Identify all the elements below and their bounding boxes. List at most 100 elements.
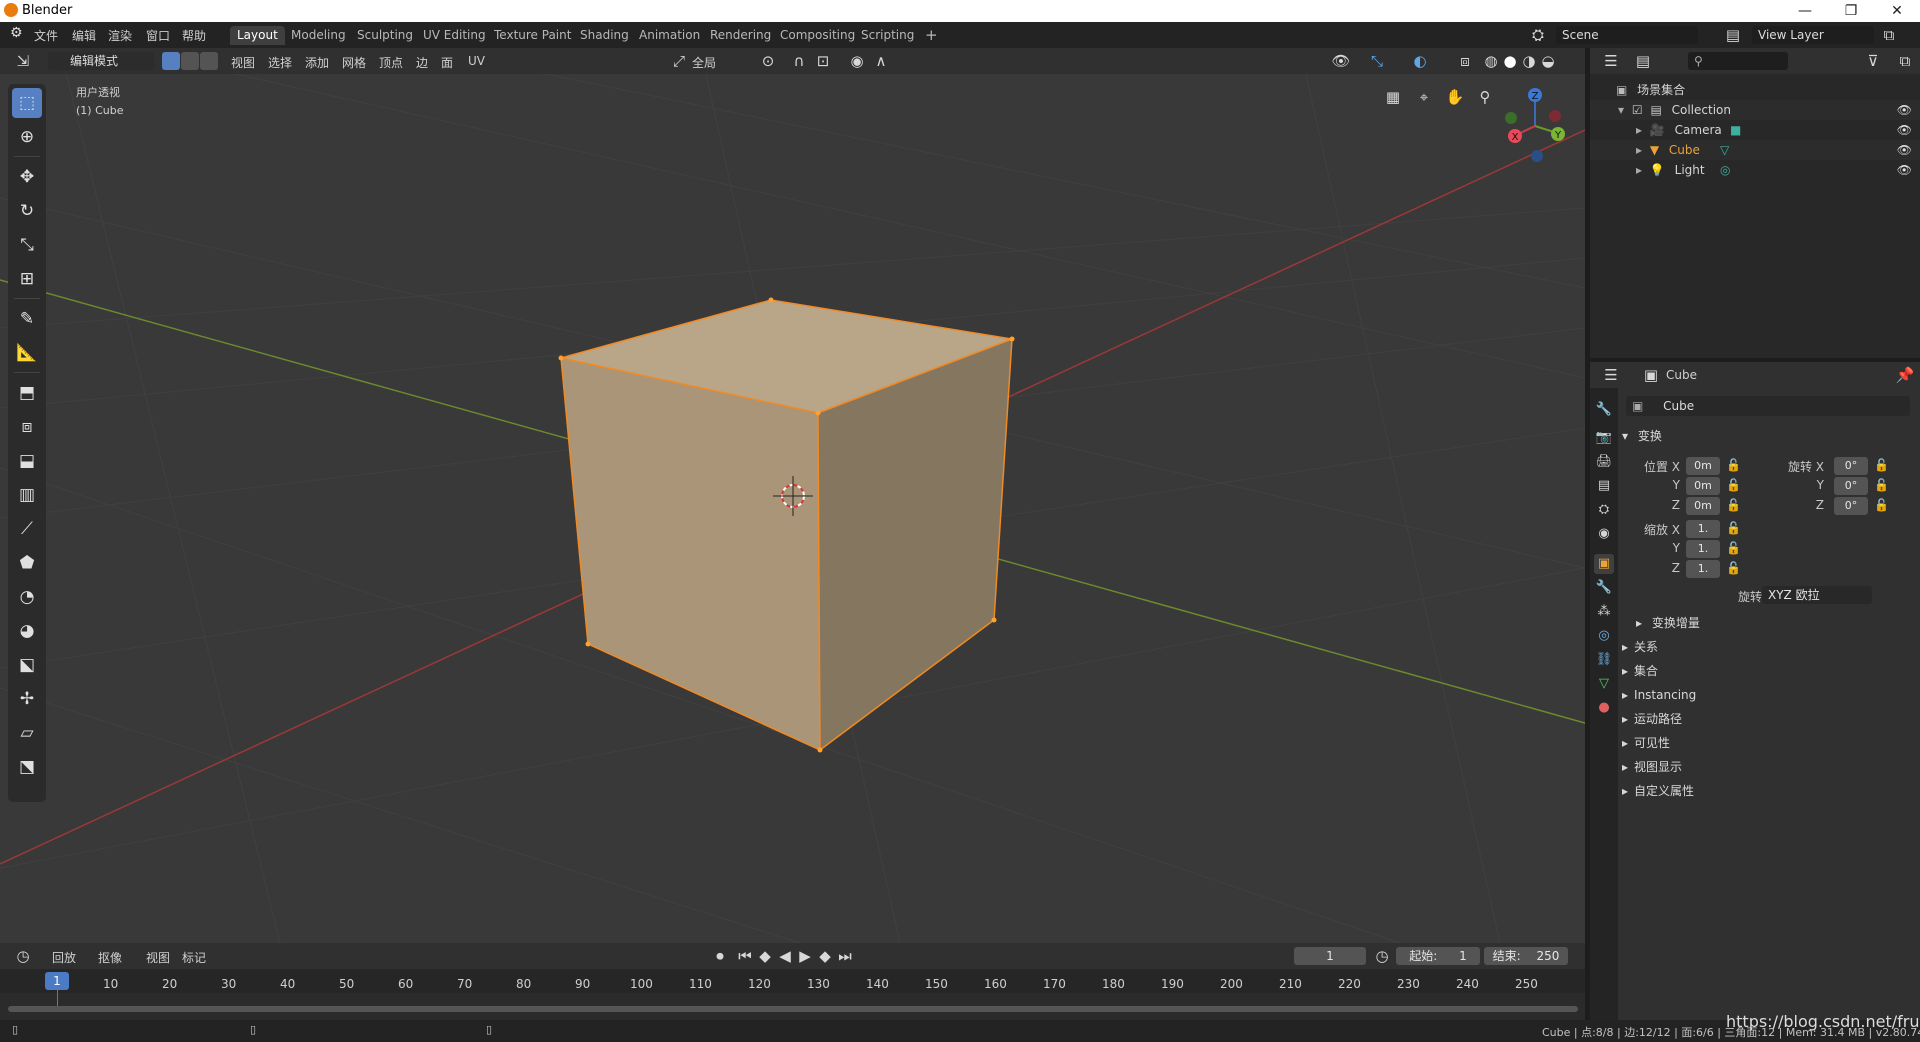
new-view-layer-icon[interactable]: ⧉ [1878,24,1900,46]
tab-animation[interactable]: Animation [632,26,707,45]
tab-compositing[interactable]: Compositing [773,26,862,45]
inset-tool-icon[interactable]: ⧈ [12,412,42,442]
visibility-icon[interactable]: 👁 [1330,50,1352,72]
properties-editor-type-icon[interactable]: ☰ [1600,364,1622,386]
snap-target-icon[interactable]: ⊡ [812,50,834,72]
transform-orientation-icon[interactable]: ⤢ [668,50,690,72]
section-custom-properties[interactable]: ▸ 自定义属性 [1622,780,1917,802]
menu-edit[interactable]: 编辑 [72,27,96,44]
light-data-icon[interactable]: ◎ [1720,160,1730,180]
location-y-field[interactable]: 0m [1686,477,1720,495]
pivot-point-icon[interactable]: ⊙ [757,50,779,72]
menu-timeline-view[interactable]: 视图 [146,949,170,966]
shading-rendered-icon[interactable]: ◒ [1537,50,1559,72]
rotation-x-field[interactable]: 0° [1834,457,1868,475]
lock-icon[interactable]: 🔓 [1726,561,1741,575]
location-z-field[interactable]: 0m [1686,497,1720,515]
outliner-scene-collection[interactable]: ▣ 场景集合 [1590,80,1920,100]
section-motion-paths[interactable]: ▸ 运动路径 [1622,708,1917,730]
lock-icon[interactable]: 🔓 [1726,478,1741,492]
world-tab-icon[interactable]: ◉ [1594,524,1614,544]
transform-orientation-select[interactable]: 全局 [692,54,716,71]
constraints-tab-icon[interactable]: ⛓ [1594,650,1614,670]
menu-render[interactable]: 渲染 [108,27,132,44]
physics-tab-icon[interactable]: ◎ [1594,626,1614,646]
eye-icon[interactable]: 👁 [1897,100,1912,120]
output-tab-icon[interactable]: 🖨 [1594,452,1614,472]
navigation-gizmo[interactable]: Z Y X [1505,88,1565,162]
outliner-search-input[interactable]: ⚲ [1688,52,1788,70]
camera-data-icon[interactable]: ■ [1730,120,1741,140]
section-viewport-display[interactable]: ▸ 视图显示 [1622,756,1917,778]
object-tab-icon[interactable]: ▣ [1594,554,1614,574]
edge-slide-tool-icon[interactable]: ⬕ [12,650,42,680]
shrink-fatten-tool-icon[interactable]: ✢ [12,684,42,714]
eye-icon[interactable]: 👁 [1897,160,1912,180]
filter-icon[interactable]: ⊽ [1862,50,1884,72]
vertex-select-button[interactable] [162,52,180,70]
scale-y-field[interactable]: 1. [1686,540,1720,558]
expand-arrow-icon[interactable]: ▸ [1636,163,1642,177]
shear-tool-icon[interactable]: ▱ [12,718,42,748]
edge-select-button[interactable] [181,52,199,70]
cursor-tool-icon[interactable]: ⊕ [12,122,42,152]
record-icon[interactable]: ⏺ [709,945,731,967]
render-tab-icon[interactable]: 📷 [1594,428,1614,448]
particles-tab-icon[interactable]: ⁂ [1594,602,1614,622]
timeline-scrollbar[interactable] [8,1006,1578,1012]
jump-end-icon[interactable]: ⏭ [834,945,856,967]
material-tab-icon[interactable]: ● [1594,698,1614,718]
outliner-item-light[interactable]: ▸ 💡 Light ◎ 👁 [1590,160,1920,180]
outliner-collection-row[interactable]: ▾ ☑ ▤ Collection 👁 [1590,100,1920,120]
current-frame-field[interactable]: 1 [1294,947,1366,965]
location-x-field[interactable]: 0m [1686,457,1720,475]
jump-start-icon[interactable]: ⏮ [734,945,756,967]
play-icon[interactable]: ▶ [794,945,816,967]
checkbox-icon[interactable]: ☑ [1632,103,1643,117]
lock-icon[interactable]: 🔓 [1874,458,1889,472]
bevel-tool-icon[interactable]: ⬓ [12,446,42,476]
scale-tool-icon[interactable]: ⤡ [12,230,42,260]
menu-file[interactable]: 文件 [34,27,58,44]
expand-arrow-icon[interactable]: ▸ [1636,143,1642,157]
menu-marker[interactable]: 标记 [182,949,206,966]
pan-hand-icon[interactable]: ✋ [1444,86,1466,108]
xray-toggle-icon[interactable]: ⧈ [1454,50,1476,72]
extrude-tool-icon[interactable]: ⬒ [12,378,42,408]
menu-window[interactable]: 窗口 [146,27,170,44]
knife-tool-icon[interactable]: ⟋ [12,514,42,544]
cube-front-face[interactable] [560,357,821,752]
overlay-toggle-icon[interactable]: ◐ [1409,50,1431,72]
section-delta-transform[interactable]: ▸ 变换增量 [1636,612,1920,634]
transform-tool-icon[interactable]: ⊞ [12,264,42,294]
modifier-tab-icon[interactable]: 🔧 [1594,578,1614,598]
outliner-item-cube[interactable]: ▸ ▼ Cube ▽ 👁 [1590,140,1920,160]
rip-region-tool-icon[interactable]: ⬔ [12,752,42,782]
measure-tool-icon[interactable]: 📐 [12,338,42,368]
snap-magnet-icon[interactable]: ∩ [788,50,810,72]
menu-select[interactable]: 选择 [268,54,292,71]
tool-tab-icon[interactable]: 🔧 [1594,400,1614,420]
tab-texture-paint[interactable]: Texture Paint [487,26,578,45]
menu-uv[interactable]: UV [468,54,485,68]
end-frame-field[interactable]: 结束: 250 [1484,947,1568,965]
tab-sculpting[interactable]: Sculpting [350,26,420,45]
loop-cut-tool-icon[interactable]: ▥ [12,480,42,510]
view-layer-field[interactable]: View Layer [1752,26,1874,44]
display-mode-icon[interactable]: ▤ [1632,50,1654,72]
eye-icon[interactable]: 👁 [1897,120,1912,140]
menu-keying[interactable]: 抠像 [98,949,122,966]
lock-icon[interactable]: 🔓 [1726,521,1741,535]
rotate-tool-icon[interactable]: ↻ [12,196,42,226]
menu-face[interactable]: 面 [441,54,453,71]
tab-rendering[interactable]: Rendering [703,26,778,45]
tab-layout[interactable]: Layout [230,26,285,45]
menu-mesh[interactable]: 网格 [342,54,366,71]
rotation-mode-select[interactable]: XYZ 欧拉 [1762,586,1872,604]
lock-icon[interactable]: 🔓 [1726,541,1741,555]
tab-uv-editing[interactable]: UV Editing [416,26,493,45]
playhead[interactable]: 1 [45,972,69,990]
camera-view-icon[interactable]: ⌖ [1413,86,1435,108]
object-name-field[interactable]: ▣ Cube [1626,396,1910,416]
annotate-tool-icon[interactable]: ✎ [12,304,42,334]
